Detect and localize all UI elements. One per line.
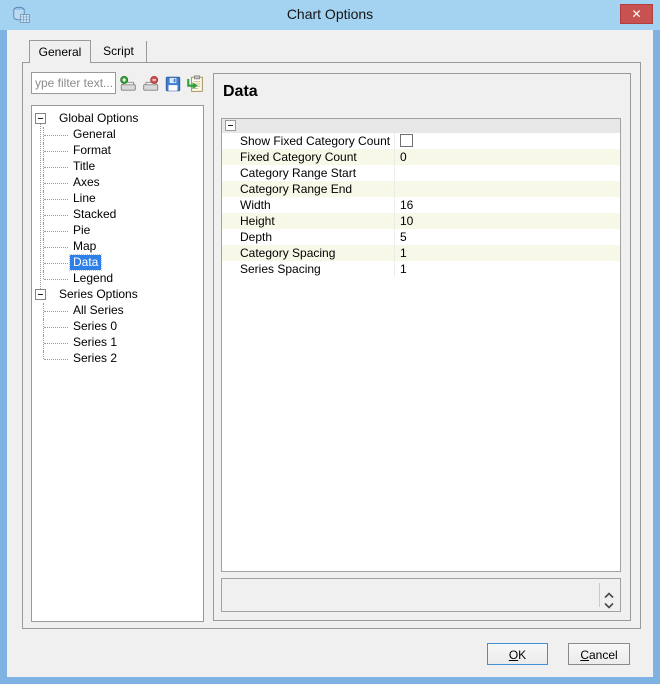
title-bar: Chart Options ✕ bbox=[0, 0, 660, 30]
tree-item-label: Legend bbox=[73, 271, 114, 285]
tree-item-title[interactable]: Title bbox=[32, 159, 203, 175]
property-grid: Show Fixed Category Count Fixed Category … bbox=[221, 118, 621, 572]
panel-title: Data bbox=[223, 83, 258, 100]
tree-item-label: General bbox=[73, 127, 116, 141]
tree-item-label: Series 2 bbox=[73, 351, 118, 365]
collapse-icon[interactable] bbox=[35, 113, 46, 124]
tree-item-series-1[interactable]: Series 1 bbox=[32, 335, 203, 351]
tab-script[interactable]: Script bbox=[91, 41, 147, 62]
tree-item-pie[interactable]: Pie bbox=[32, 223, 203, 239]
tree-item-label: Pie bbox=[73, 223, 91, 237]
apply-template-icon[interactable] bbox=[185, 74, 205, 94]
tree-item-label: Stacked bbox=[73, 207, 117, 221]
property-row-series-spacing: Series Spacing 1 bbox=[222, 261, 620, 277]
data-options-panel: Data Show Fixed Category Count Fixed Cate… bbox=[213, 73, 631, 621]
filter-input[interactable] bbox=[31, 72, 116, 94]
tree-item-legend[interactable]: Legend bbox=[32, 271, 203, 287]
property-value[interactable]: 5 bbox=[394, 229, 620, 245]
tree-item-label: Line bbox=[73, 191, 96, 205]
property-label: Fixed Category Count bbox=[240, 150, 357, 164]
property-value[interactable]: 10 bbox=[394, 213, 620, 229]
property-value[interactable]: 0 bbox=[394, 149, 620, 165]
tree-item-label: Map bbox=[73, 239, 97, 253]
description-box bbox=[221, 578, 621, 612]
tree-item-series-2[interactable]: Series 2 bbox=[32, 351, 203, 367]
tab-general[interactable]: General bbox=[29, 40, 91, 63]
tree-item-label: All Series bbox=[73, 303, 124, 317]
options-tree: Global Options General Format Title Axes Line… bbox=[31, 105, 204, 622]
property-value[interactable]: 16 bbox=[394, 197, 620, 213]
cancel-button[interactable]: Cancel bbox=[568, 643, 630, 665]
property-label: Show Fixed Category Count bbox=[240, 134, 391, 148]
save-icon[interactable] bbox=[163, 74, 183, 94]
property-label: Width bbox=[240, 198, 271, 212]
chevron-up-icon[interactable] bbox=[603, 587, 615, 598]
tree-group-label: Global Options bbox=[59, 111, 139, 125]
remove-template-icon[interactable] bbox=[141, 74, 161, 94]
tree-item-map[interactable]: Map bbox=[32, 239, 203, 255]
property-value[interactable] bbox=[394, 165, 620, 181]
tree-item-axes[interactable]: Axes bbox=[32, 175, 203, 191]
tree-item-stacked[interactable]: Stacked bbox=[32, 207, 203, 223]
tree-item-label: Axes bbox=[73, 175, 100, 189]
ok-button[interactable]: OK bbox=[487, 643, 548, 665]
general-tab-panel: Global Options General Format Title Axes Line… bbox=[22, 62, 641, 629]
property-row-category-spacing: Category Spacing 1 bbox=[222, 245, 620, 261]
show-fixed-category-count-checkbox[interactable] bbox=[400, 134, 413, 147]
property-value[interactable] bbox=[394, 181, 620, 197]
tree-item-label: Format bbox=[73, 143, 112, 157]
property-row-fixed-category-count: Fixed Category Count 0 bbox=[222, 149, 620, 165]
property-row-width: Width 16 bbox=[222, 197, 620, 213]
property-value[interactable]: 1 bbox=[394, 245, 620, 261]
tree-item-label: Title bbox=[73, 159, 96, 173]
tree-item-all-series[interactable]: All Series bbox=[32, 303, 203, 319]
property-label: Height bbox=[240, 214, 275, 228]
tree-item-format[interactable]: Format bbox=[32, 143, 203, 159]
tree-group-series-options[interactable]: Series Options bbox=[32, 287, 203, 303]
property-value[interactable]: 1 bbox=[394, 261, 620, 277]
chart-options-dialog: Chart Options ✕ General Script ype filte… bbox=[0, 0, 660, 684]
window-title: Chart Options bbox=[286, 6, 374, 22]
collapse-icon[interactable] bbox=[225, 120, 236, 131]
import-template-icon[interactable] bbox=[118, 74, 138, 94]
close-button[interactable]: ✕ bbox=[620, 4, 653, 24]
close-icon: ✕ bbox=[631, 7, 642, 21]
property-row-category-range-start: Category Range Start bbox=[222, 165, 620, 181]
tree-item-label: Series 0 bbox=[73, 319, 118, 333]
tree-item-general[interactable]: General bbox=[32, 127, 203, 143]
property-label: Series Spacing bbox=[240, 262, 321, 276]
property-row-category-range-end: Category Range End bbox=[222, 181, 620, 197]
property-label: Category Spacing bbox=[240, 246, 336, 260]
collapse-icon[interactable] bbox=[35, 289, 46, 300]
dialog-body: General Script ype filter text... Global… bbox=[7, 30, 653, 677]
property-row-show-fixed-category-count: Show Fixed Category Count bbox=[222, 133, 620, 149]
tree-item-series-0[interactable]: Series 0 bbox=[32, 319, 203, 335]
tree-group-label: Series Options bbox=[59, 287, 138, 301]
description-spinner bbox=[599, 583, 618, 609]
property-label: Category Range Start bbox=[240, 166, 357, 180]
property-label: Category Range End bbox=[240, 182, 353, 196]
chevron-down-icon[interactable] bbox=[603, 597, 615, 609]
tree-item-label: Series 1 bbox=[73, 335, 118, 349]
tree-group-global-options[interactable]: Global Options bbox=[32, 111, 203, 127]
property-row-depth: Depth 5 bbox=[222, 229, 620, 245]
tree-item-line[interactable]: Line bbox=[32, 191, 203, 207]
tree-item-data[interactable]: Data bbox=[32, 254, 203, 271]
property-grid-header bbox=[222, 119, 620, 133]
property-value[interactable] bbox=[394, 133, 620, 149]
tree-item-label-selected: Data bbox=[68, 254, 103, 271]
property-label: Depth bbox=[240, 230, 273, 244]
property-rows: Show Fixed Category Count Fixed Category … bbox=[222, 133, 620, 277]
property-row-height: Height 10 bbox=[222, 213, 620, 229]
